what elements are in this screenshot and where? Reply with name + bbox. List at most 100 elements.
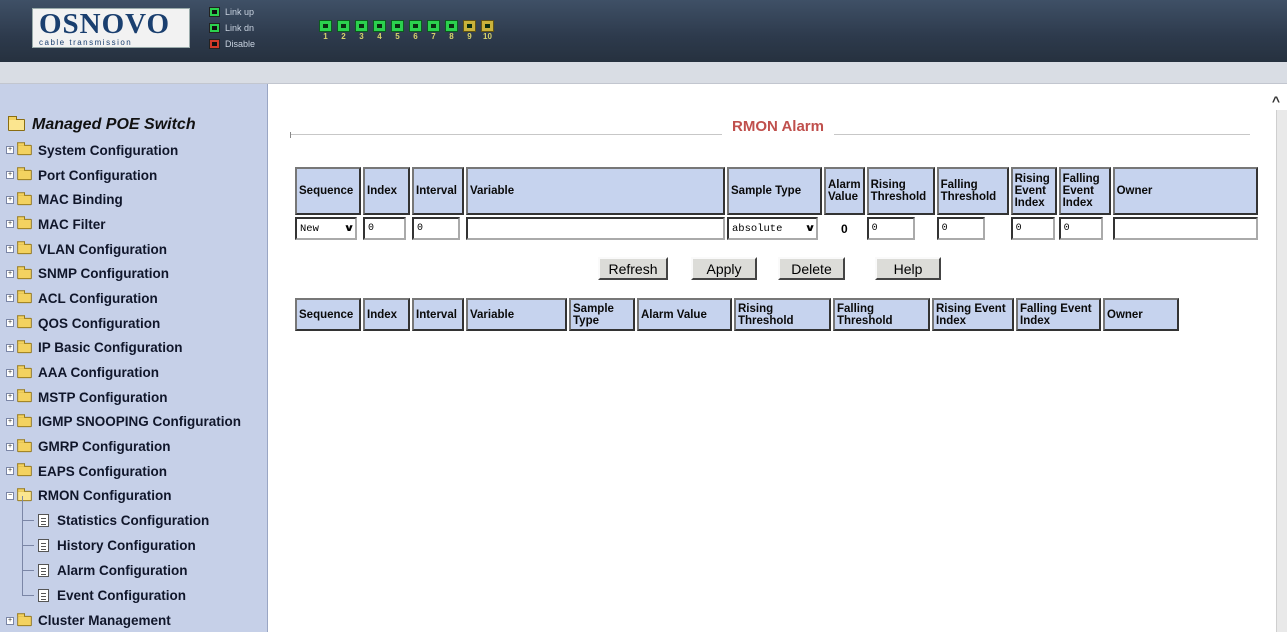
document-icon <box>38 514 49 528</box>
legend-link-up: Link up <box>209 4 255 20</box>
sidebar-item-gmrp-configuration[interactable]: + GMRP Configuration <box>6 434 267 459</box>
expand-plus-icon[interactable]: + <box>6 442 14 451</box>
form-header-row: Sequence Index Interval Variable Sample … <box>295 167 1258 215</box>
expand-plus-icon[interactable]: + <box>6 171 14 180</box>
expand-plus-icon[interactable]: + <box>6 195 14 204</box>
help-button[interactable]: Help <box>875 257 941 280</box>
expand-plus-icon[interactable]: + <box>6 393 14 402</box>
port-2[interactable]: 2 <box>336 20 351 42</box>
osnovo-logo: OSNOVO cable transmission <box>32 8 190 48</box>
collapse-minus-icon[interactable]: − <box>6 491 14 500</box>
expand-plus-icon[interactable]: + <box>6 467 14 476</box>
sidebar-item-ip-basic-configuration[interactable]: + IP Basic Configuration <box>6 336 267 361</box>
sidebar-subitem-statistics-configuration[interactable]: Statistics Configuration <box>6 496 267 533</box>
port-9[interactable]: 9 <box>462 20 477 42</box>
expand-plus-icon[interactable]: + <box>6 245 14 254</box>
logo-main-text: OSNOVO <box>39 8 171 40</box>
sidebar-item-qos-configuration[interactable]: + QOS Configuration <box>6 311 267 336</box>
sidebar-item-label: Port Configuration <box>38 167 158 183</box>
expand-plus-icon[interactable]: + <box>6 616 14 625</box>
sidebar-subitem-event-configuration[interactable]: Event Configuration <box>6 571 267 608</box>
port-5[interactable]: 5 <box>390 20 405 42</box>
interval-input[interactable]: 0 <box>412 217 460 240</box>
apply-button[interactable]: Apply <box>691 257 757 280</box>
sample-type-select[interactable]: absolute ∨ <box>727 217 818 240</box>
sidebar-item-snmp-configuration[interactable]: + SNMP Configuration <box>6 261 267 286</box>
sidebar-item-eaps-configuration[interactable]: + EAPS Configuration <box>6 459 267 484</box>
legend-disable: Disable <box>209 36 255 52</box>
sidebar-item-label: MAC Binding <box>38 192 123 208</box>
port-4[interactable]: 4 <box>372 20 387 42</box>
sidebar-subitem-label: Statistics Configuration <box>57 513 210 529</box>
expand-plus-icon[interactable]: + <box>6 294 14 303</box>
list-col-alarm-value: Alarm Value <box>637 298 732 331</box>
refresh-button[interactable]: Refresh <box>598 257 668 280</box>
sidebar-item-system-configuration[interactable]: + System Configuration <box>6 138 267 163</box>
sidebar-item-label: IP Basic Configuration <box>38 340 183 356</box>
rising-event-index-input[interactable]: 0 <box>1010 217 1055 240</box>
navigation-sidebar: Managed POE Switch + System Configuration… <box>0 84 268 632</box>
nav-tree: + System Configuration + Port Configuratio… <box>6 138 267 632</box>
port-1[interactable]: 1 <box>318 20 333 42</box>
falling-threshold-input[interactable]: 0 <box>936 217 985 240</box>
sidebar-subitem-alarm-configuration[interactable]: Alarm Configuration <box>6 546 267 583</box>
port-number: 6 <box>413 32 418 41</box>
delete-button[interactable]: Delete <box>778 257 845 280</box>
owner-input[interactable] <box>1112 217 1258 240</box>
folder-open-icon <box>17 488 32 502</box>
list-col-falling-event-index: Falling Event Index <box>1016 298 1101 331</box>
sidebar-item-mac-binding[interactable]: + MAC Binding <box>6 187 267 212</box>
alarm-list-table: Sequence Index Interval Variable Sample … <box>293 296 1181 333</box>
header-divider-band <box>0 62 1287 84</box>
expand-plus-icon[interactable]: + <box>6 220 14 229</box>
vertical-scrollbar[interactable] <box>1276 110 1287 632</box>
fiber-port-icon <box>463 20 476 32</box>
expand-plus-icon[interactable]: + <box>6 319 14 328</box>
sidebar-item-acl-configuration[interactable]: + ACL Configuration <box>6 286 267 311</box>
scroll-up-arrow-icon[interactable]: ^ <box>1267 92 1285 110</box>
port-number: 3 <box>359 32 364 41</box>
falling-event-index-input[interactable]: 0 <box>1058 217 1103 240</box>
legend-link-dn: Link dn <box>209 20 255 36</box>
col-header-alarm-value: Alarm Value <box>824 167 865 215</box>
sidebar-item-aaa-configuration[interactable]: + AAA Configuration <box>6 360 267 385</box>
fiber-port-icon <box>481 20 494 32</box>
sidebar-item-port-configuration[interactable]: + Port Configuration <box>6 163 267 188</box>
sidebar-item-cluster-management[interactable]: + Cluster Management <box>6 608 267 632</box>
sidebar-item-vlan-configuration[interactable]: + VLAN Configuration <box>6 237 267 262</box>
sidebar-item-rmon-configuration[interactable]: − RMON Configuration <box>6 484 267 509</box>
variable-input[interactable] <box>466 217 725 240</box>
list-col-interval: Interval <box>412 298 464 331</box>
sidebar-item-label: IGMP SNOOPING Configuration <box>38 414 242 430</box>
sidebar-item-igmp-snooping-configuration[interactable]: + IGMP SNOOPING Configuration <box>6 410 267 435</box>
ethernet-port-icon <box>355 20 368 32</box>
expand-plus-icon[interactable]: + <box>6 269 14 278</box>
alarm-form-table: Sequence Index Interval Variable Sample … <box>293 165 1260 242</box>
port-green-icon <box>209 23 220 33</box>
port-6[interactable]: 6 <box>408 20 423 42</box>
index-input[interactable]: 0 <box>363 217 406 240</box>
folder-icon <box>17 216 32 230</box>
rising-threshold-input[interactable]: 0 <box>866 217 915 240</box>
chevron-down-icon: ∨ <box>804 223 816 234</box>
sidebar-item-mstp-configuration[interactable]: + MSTP Configuration <box>6 385 267 410</box>
expand-plus-icon[interactable]: + <box>6 343 14 352</box>
expand-plus-icon[interactable]: + <box>6 417 14 426</box>
expand-plus-icon[interactable]: + <box>6 146 14 155</box>
port-3[interactable]: 3 <box>354 20 369 42</box>
sidebar-item-label: SNMP Configuration <box>38 266 169 282</box>
sidebar-subitem-history-configuration[interactable]: History Configuration <box>6 521 267 558</box>
sequence-select[interactable]: New ∨ <box>295 217 357 240</box>
expand-plus-icon[interactable]: + <box>6 368 14 377</box>
folder-icon <box>17 142 32 156</box>
sidebar-item-mac-filter[interactable]: + MAC Filter <box>6 212 267 237</box>
port-10[interactable]: 10 <box>480 20 495 42</box>
port-8[interactable]: 8 <box>444 20 459 42</box>
folder-icon <box>17 266 32 279</box>
port-number: 7 <box>431 32 436 41</box>
col-header-rising-threshold: Rising Threshold <box>866 167 935 215</box>
legend-label: Link dn <box>225 23 255 33</box>
sidebar-item-label: EAPS Configuration <box>38 463 167 479</box>
port-7[interactable]: 7 <box>426 20 441 42</box>
tree-root[interactable]: Managed POE Switch <box>8 116 196 134</box>
